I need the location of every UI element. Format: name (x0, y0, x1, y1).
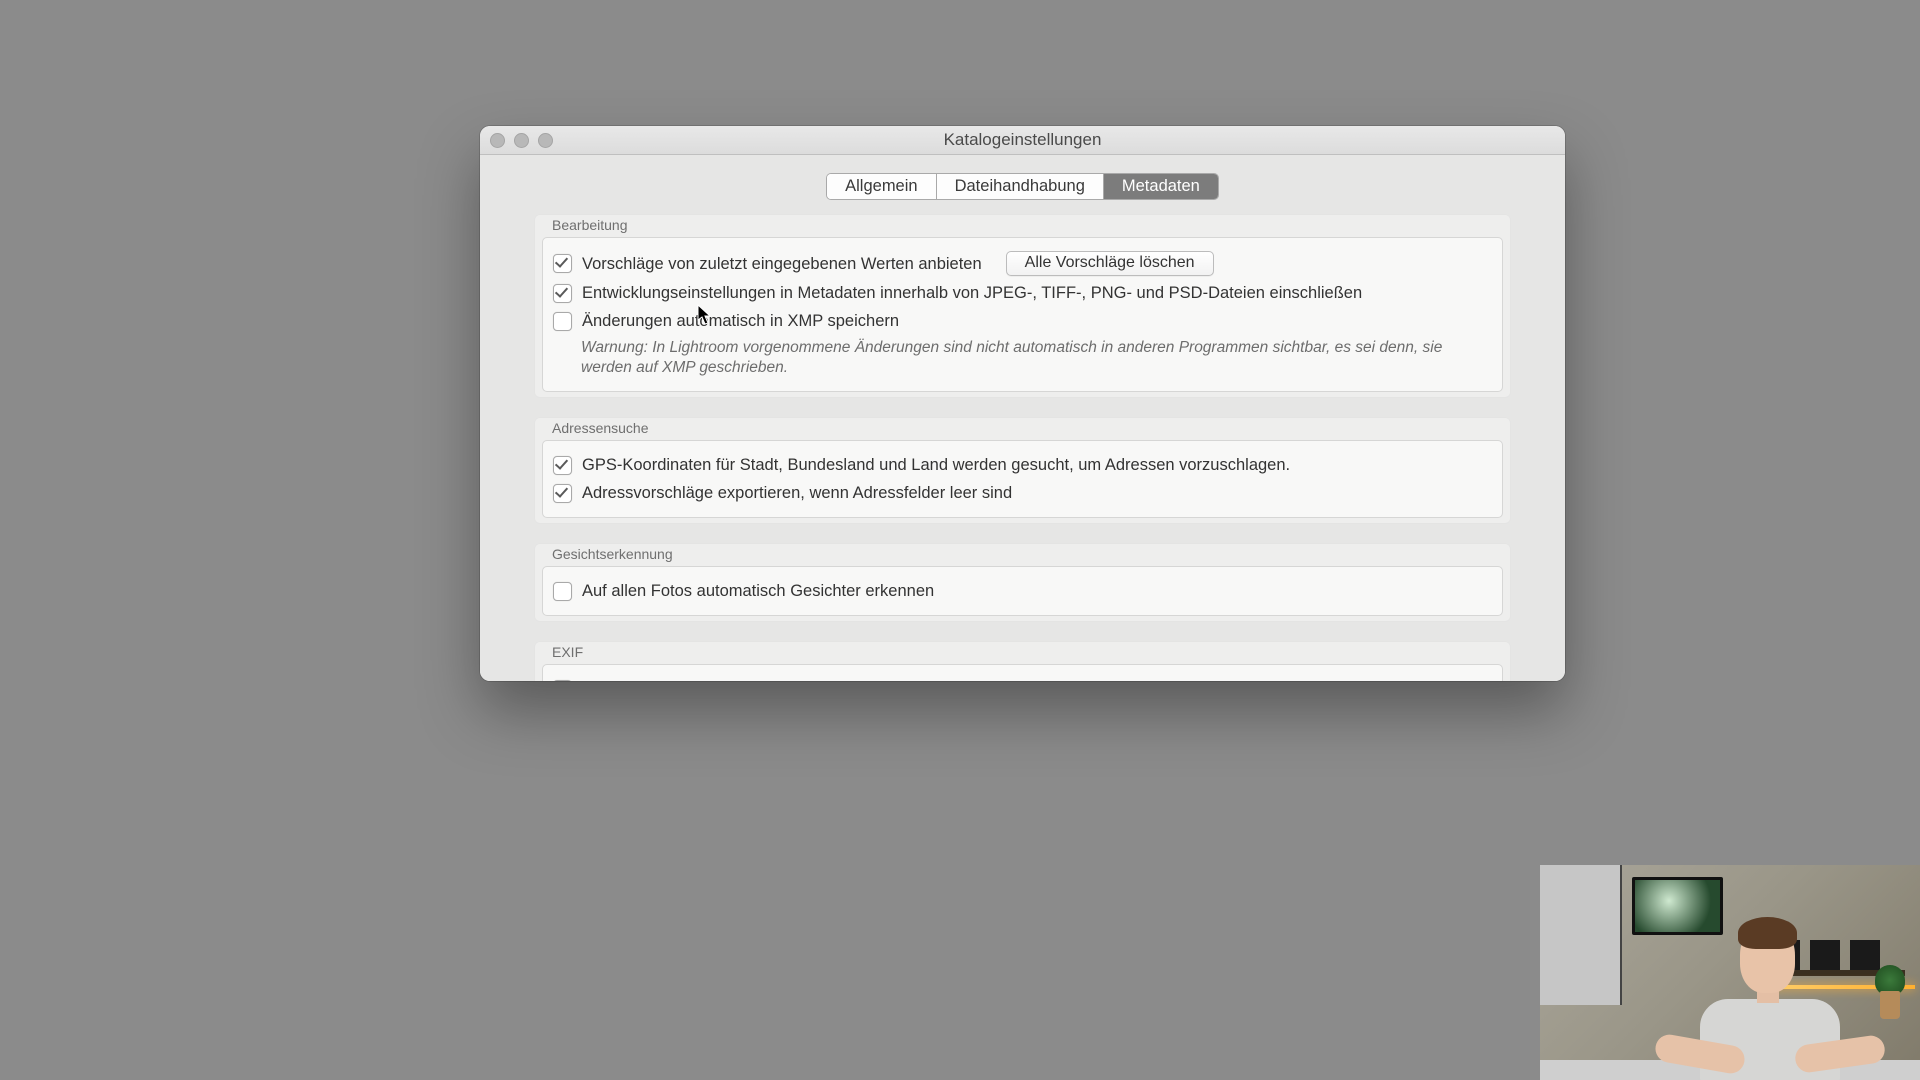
checkbox-include-dev[interactable] (553, 284, 572, 303)
section-faces-title: Gesichtserkennung (534, 543, 1511, 566)
pip-hair (1738, 917, 1797, 949)
row-auto-faces: Auf allen Fotos automatisch Gesichter er… (553, 577, 1486, 605)
xmp-warning-text: Warnung: In Lightroom vorgenommene Änder… (553, 335, 1486, 381)
label-export-suggestions: Adressvorschläge exportieren, wenn Adres… (582, 482, 1012, 504)
catalog-settings-window: Katalogeinstellungen Allgemein Dateihand… (480, 126, 1565, 681)
section-address-title: Adressensuche (534, 417, 1511, 440)
checkbox-export-suggestions[interactable] (553, 484, 572, 503)
label-include-dev: Entwicklungseinstellungen in Metadaten i… (582, 282, 1362, 304)
checkbox-gps-lookup[interactable] (553, 456, 572, 475)
titlebar: Katalogeinstellungen (480, 126, 1565, 155)
content-area: Allgemein Dateihandhabung Metadaten Bear… (480, 155, 1565, 681)
pip-plant (1870, 965, 1910, 1025)
section-faces: Gesichtserkennung Auf allen Fotos automa… (534, 543, 1511, 622)
webcam-overlay (1540, 865, 1920, 1080)
section-editing-title: Bearbeitung (534, 214, 1511, 237)
row-suggest-recent: Vorschläge von zuletzt eingegebenen Wert… (553, 248, 1486, 279)
close-icon[interactable] (490, 133, 505, 148)
section-editing-body: Vorschläge von zuletzt eingegebenen Wert… (542, 237, 1503, 392)
minimize-icon[interactable] (514, 133, 529, 148)
section-exif-title: EXIF (534, 641, 1511, 664)
label-auto-xmp: Änderungen automatisch in XMP speichern (582, 310, 899, 332)
section-address-body: GPS-Koordinaten für Stadt, Bundesland un… (542, 440, 1503, 518)
label-gps-lookup: GPS-Koordinaten für Stadt, Bundesland un… (582, 454, 1290, 476)
section-address: Adressensuche GPS-Koordinaten für Stadt,… (534, 417, 1511, 524)
row-exif-date: Datums- oder Zeitänderungen in proprietä… (553, 675, 1486, 681)
clear-suggestions-button[interactable]: Alle Vorschläge löschen (1006, 251, 1214, 276)
label-suggest-recent: Vorschläge von zuletzt eingegebenen Wert… (582, 253, 982, 275)
checkbox-exif-date[interactable] (553, 680, 572, 682)
tab-general[interactable]: Allgemein (827, 174, 936, 199)
checkbox-auto-xmp[interactable] (553, 312, 572, 331)
checkbox-suggest-recent[interactable] (553, 254, 572, 273)
row-auto-xmp: Änderungen automatisch in XMP speichern (553, 307, 1486, 335)
section-exif: EXIF Datums- oder Zeitänderungen in prop… (534, 641, 1511, 681)
section-exif-body: Datums- oder Zeitänderungen in proprietä… (542, 664, 1503, 681)
label-auto-faces: Auf allen Fotos automatisch Gesichter er… (582, 580, 934, 602)
tab-metadata[interactable]: Metadaten (1104, 174, 1218, 199)
zoom-icon[interactable] (538, 133, 553, 148)
window-controls (490, 126, 553, 154)
section-editing: Bearbeitung Vorschläge von zuletzt einge… (534, 214, 1511, 398)
checkbox-auto-faces[interactable] (553, 582, 572, 601)
tab-group: Allgemein Dateihandhabung Metadaten (826, 173, 1219, 200)
label-exif-date: Datums- oder Zeitänderungen in proprietä… (582, 678, 1080, 681)
row-gps-lookup: GPS-Koordinaten für Stadt, Bundesland un… (553, 451, 1486, 479)
section-faces-body: Auf allen Fotos automatisch Gesichter er… (542, 566, 1503, 616)
row-include-dev: Entwicklungseinstellungen in Metadaten i… (553, 279, 1486, 307)
pip-person (1655, 905, 1865, 1080)
window-title: Katalogeinstellungen (944, 130, 1102, 150)
pip-monitor (1540, 865, 1622, 1005)
pip-room (1540, 865, 1920, 1080)
tab-bar: Allgemein Dateihandhabung Metadaten (534, 173, 1511, 200)
row-export-suggestions: Adressvorschläge exportieren, wenn Adres… (553, 479, 1486, 507)
tab-filehandling[interactable]: Dateihandhabung (937, 174, 1104, 199)
